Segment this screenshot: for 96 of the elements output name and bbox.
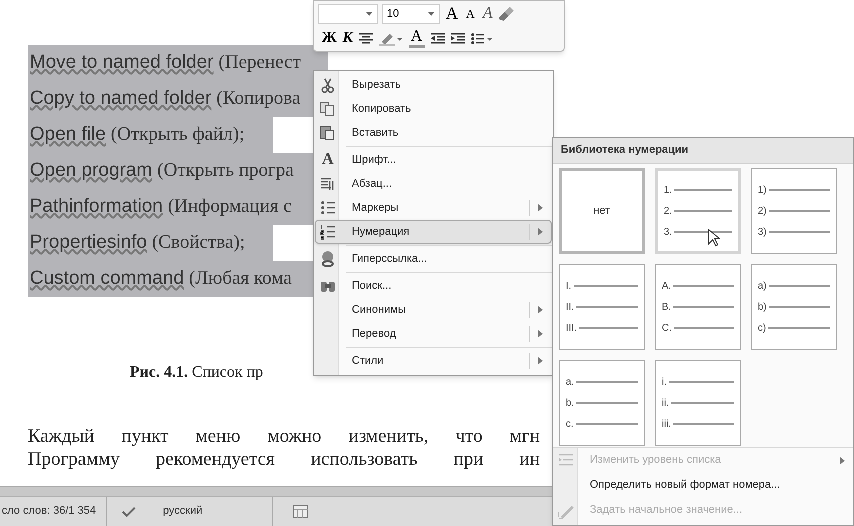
number-marker: 2) [758,204,767,218]
menu-item[interactable]: Стили [315,349,552,373]
cursor-icon [708,229,720,247]
sample-line [576,423,638,425]
italic-button[interactable]: К [342,31,354,46]
font-size-field[interactable]: 10 [382,4,440,24]
sample-line [768,306,830,308]
number-marker: c. [566,418,574,432]
word-count: сло слов: 36/1 354 [0,497,108,526]
copy-icon [320,100,336,118]
number-marker: c) [758,322,766,336]
numbering-format-tile[interactable]: 1. 2. 3. [655,168,741,254]
sample-line [579,327,638,329]
submenu-arrow-icon [538,306,543,314]
numbering-format-tile[interactable]: нет [559,168,645,254]
dropdown-icon [366,12,373,16]
number-marker: C. [662,322,672,336]
number-marker: B. [662,300,672,314]
paragraph-line: Программу рекомендуется использовать при ин [28,448,540,471]
menu-item[interactable]: Определить новый формат номера... [553,473,853,498]
number-marker: 3) [758,226,767,240]
sample-line [674,189,732,191]
menu-item[interactable]: Синонимы [315,298,552,322]
number-marker: ii. [662,396,670,410]
sample-line [576,402,638,404]
shrink-font-button[interactable]: A [464,8,477,20]
menu-item[interactable]: Перевод [315,322,552,346]
library-heading: Библиотека нумерации [553,138,853,164]
sample-line [673,285,734,287]
numbering-format-tile[interactable]: A. B. C. [655,264,741,350]
menu-item: Изменить уровень списка [553,448,853,473]
increase-indent-icon [450,32,465,45]
number-marker: III. [566,322,578,336]
number-marker: 2. [664,204,672,218]
number-marker: a. [566,376,574,390]
submenu-arrow-icon [538,228,543,236]
figure-caption: Рис. 4.1. Список пр [130,363,264,383]
submenu-arrow-icon [538,204,543,212]
align-center-icon [359,32,374,45]
sample-line [768,210,830,212]
numbering-format-tile[interactable]: a. b. c. [559,360,645,446]
number-marker: 1. [664,184,672,198]
number-marker: I. [566,280,572,294]
submenu-arrow-icon [538,330,543,338]
bullet-list-icon [320,200,336,216]
numbering-format-tile[interactable]: i. ii. iii. [655,360,741,446]
menu-item: Задать начальное значение... [553,498,853,523]
decrease-indent-icon [430,32,445,45]
clipboard-icon [320,124,336,142]
number-marker: 3. [664,226,672,240]
sample-line [768,189,830,191]
numbering-format-tile[interactable]: I. II. III. [559,264,645,350]
font-name-field[interactable] [318,4,378,24]
number-marker: A. [662,280,672,294]
number-marker: 1) [758,184,767,198]
spellcheck-icon [121,504,138,518]
sample-line [674,231,732,233]
sample-line [576,306,638,308]
number-marker: b) [758,300,767,314]
sample-line [768,327,830,329]
bullet-list-icon [470,32,493,45]
submenu-arrow-icon [840,456,844,464]
clear-formatting-button[interactable]: A [480,6,495,22]
sample-line [674,327,734,329]
scissors-icon [320,76,336,94]
number-marker: iii. [662,418,672,432]
number-marker: i. [662,376,667,390]
sample-line [768,285,830,287]
paragraph-icon [320,176,336,192]
sample-line [768,231,830,233]
submenu-arrow-icon [538,357,543,365]
sample-line [671,402,734,404]
menu-item[interactable]: Вставить [315,121,552,145]
paragraph-line: Каждый пункт меню можно изменить, что мгн [28,425,540,448]
sample-line [673,306,734,308]
sample-line [669,381,734,383]
numbering-format-tile[interactable]: 1) 2) 3) [751,168,837,254]
sample-line [674,210,732,212]
font-icon: A [322,152,334,168]
sample-line [576,381,638,383]
menu-item[interactable]: Нумерация [315,220,552,244]
sample-line [673,423,734,425]
grow-font-button[interactable]: A [444,5,460,22]
bold-button[interactable]: Ж [322,31,337,46]
numbered-list-icon [320,224,336,240]
numbering-format-tile[interactable]: a) b) c) [751,264,837,350]
highlight-icon [379,32,404,46]
menu-item[interactable]: A Шрифт... [315,148,552,172]
layout-icon [293,504,310,518]
number-marker: II. [566,300,574,314]
font-color-button[interactable]: A [409,29,425,48]
number-marker: a) [758,280,767,294]
sample-line [574,285,638,287]
dropdown-icon [428,12,435,16]
language-label: русский [163,497,274,526]
number-marker: b. [566,396,574,410]
